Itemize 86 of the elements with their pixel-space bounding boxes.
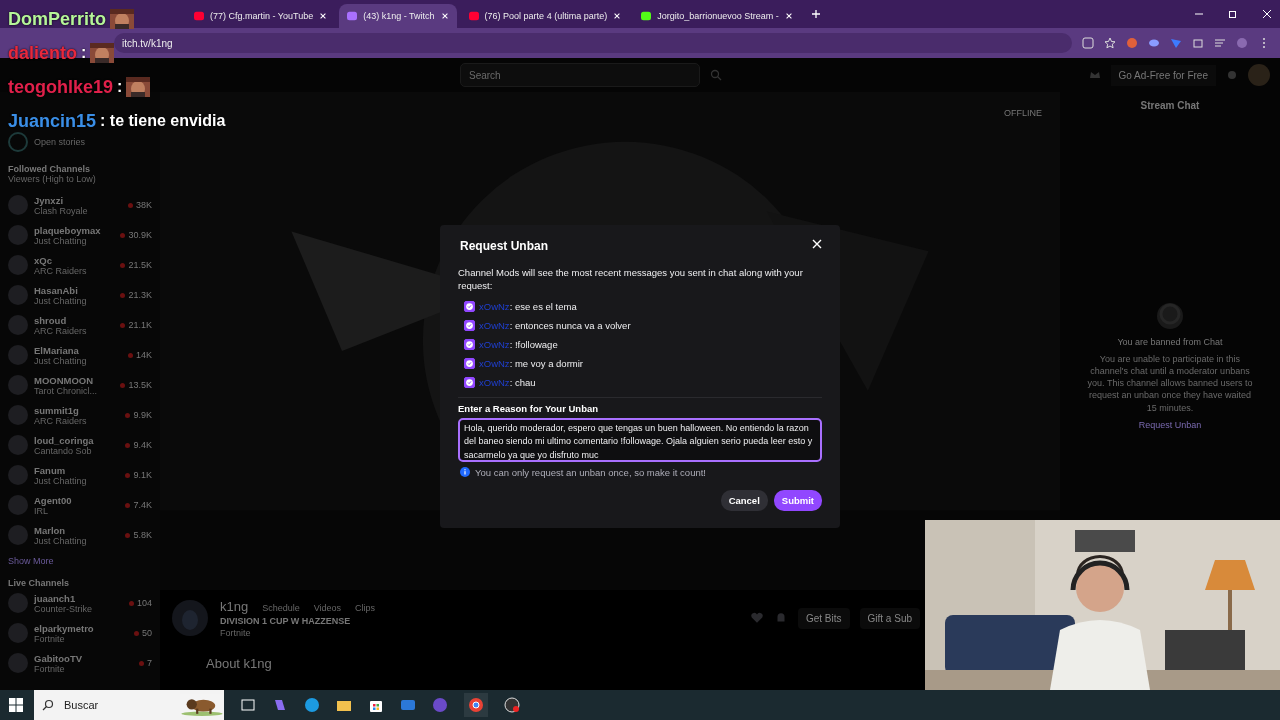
request-unban-link[interactable]: Request Unban	[1138, 419, 1202, 430]
search-icon	[42, 699, 54, 711]
section-title: Live Channels	[8, 578, 71, 588]
channel-item[interactable]: elparkymetro Fortnite 50	[8, 618, 152, 648]
avatar-icon	[8, 345, 28, 365]
close-icon[interactable]	[440, 12, 449, 20]
avatar-icon	[8, 195, 28, 215]
close-icon[interactable]	[613, 12, 622, 20]
chat-username: teogohlke19	[8, 76, 114, 98]
channel-tab[interactable]: Clips	[355, 602, 376, 613]
record-icon[interactable]	[504, 697, 520, 713]
show-more-link[interactable]: Show More	[8, 556, 152, 566]
site-icon	[641, 11, 652, 21]
banned-title: You are banned from Chat	[1117, 337, 1223, 347]
channel-name[interactable]: k1ng	[220, 598, 249, 614]
channel-item[interactable]: Agent00 IRL 7.4K	[8, 490, 152, 520]
channel-item[interactable]: Jynxzi Clash Royale 38K	[8, 190, 152, 220]
avatar-icon	[8, 405, 28, 425]
sort-label: Viewers (High to Low)	[8, 174, 97, 184]
site-icon	[468, 11, 479, 21]
channel-item[interactable]: Fanum Just Chatting 9.1K	[8, 460, 152, 490]
channel-item[interactable]: MOONMOON Tarot Chronicl... 13.5K	[8, 370, 152, 400]
ring-icon	[1155, 301, 1185, 331]
close-icon[interactable]	[784, 12, 793, 20]
stream-title: DIVISION 1 CUP W HAZZENSE	[220, 615, 352, 626]
channel-item[interactable]: HasanAbi Just Chatting 21.3K	[8, 280, 152, 310]
channel-item[interactable]: Marlon Just Chatting 5.8K	[8, 520, 152, 550]
channel-item[interactable]: GabitooTV Fortnite 7	[8, 648, 152, 678]
mail-icon[interactable]	[400, 697, 416, 713]
avatar-icon	[8, 315, 28, 335]
stories-label[interactable]: Open stories	[34, 137, 86, 147]
playlist-icon[interactable]	[1214, 37, 1226, 49]
task-view-icon[interactable]	[240, 697, 256, 713]
channel-item[interactable]: ElMariana Just Chatting 14K	[8, 340, 152, 370]
browser-tab[interactable]: (43) k1ng - Twitch	[339, 4, 457, 28]
channel-item[interactable]: summit1g ARC Raiders 9.9K	[8, 400, 152, 430]
category-link[interactable]: Fortnite	[220, 627, 376, 638]
avatar-icon	[8, 653, 28, 673]
restore-icon[interactable]	[1228, 9, 1238, 19]
channel-item[interactable]: shroud ARC Raiders 21.1K	[8, 310, 152, 340]
channel-item[interactable]: loud_coringa Cantando Sob 9.4K	[8, 430, 152, 460]
avatar-icon	[8, 623, 28, 643]
channel-tab[interactable]: Schedule	[262, 602, 300, 613]
search-field[interactable]: Buscar	[34, 690, 224, 720]
close-icon[interactable]	[1262, 9, 1272, 19]
avatar-icon	[8, 465, 28, 485]
chat-message: :	[81, 44, 87, 62]
chat-username: DomPerrito	[8, 8, 106, 30]
ad-free-button[interactable]: Go Ad-Free for Free	[1110, 64, 1216, 86]
site-icon	[347, 11, 358, 21]
section-title: About k1ng	[206, 656, 273, 671]
browser-icon[interactable]	[304, 697, 320, 713]
browser-tab[interactable]: (76) Pool parte 4 (ultima parte)	[460, 4, 630, 28]
new-tab-icon[interactable]	[810, 9, 821, 19]
extension-icon[interactable]	[1148, 37, 1160, 49]
avatar-icon	[8, 285, 28, 305]
banned-text: You are unable to participate in this channel's chat until a moderator unbans you. This channel allows banned users to request an unban once they have waited 15 minutes.	[1086, 353, 1254, 414]
chat-app-icon[interactable]	[432, 697, 448, 713]
site-icon	[194, 11, 204, 21]
channel-item[interactable]: xQc ARC Raiders 21.5K	[8, 250, 152, 280]
chrome-icon[interactable]	[464, 693, 488, 717]
avatar-icon	[8, 495, 28, 515]
avatar-icon	[8, 255, 28, 275]
avatar-icon	[8, 375, 28, 395]
action-button[interactable]: Get Bits	[797, 607, 850, 629]
avatar-icon	[8, 525, 28, 545]
extension-icon[interactable]	[1126, 37, 1138, 49]
browser-tab[interactable]: Jorgito_barrionuevoo Stream -	[633, 4, 801, 28]
avatar-icon	[8, 593, 28, 613]
chat-title: Stream Chat	[1140, 100, 1200, 111]
chat-username: daliento	[8, 42, 77, 64]
action-button[interactable]: Gift a Sub	[859, 607, 920, 629]
windows-start-icon[interactable]	[8, 697, 24, 713]
star-icon[interactable]	[1104, 37, 1116, 49]
search-field[interactable]: Search	[460, 63, 700, 87]
channel-item[interactable]: juaanch1 Counter-Strike 104	[8, 588, 152, 618]
address-bar[interactable]: itch.tv/k1ng	[114, 33, 1072, 53]
channel-tab[interactable]: Videos	[313, 602, 342, 613]
browser-tab[interactable]: (77) Cfg.martin - YouTube	[186, 4, 336, 28]
avatar-icon	[8, 225, 28, 245]
chat-message: :	[117, 78, 123, 96]
close-icon[interactable]	[319, 12, 328, 20]
section-title: Followed Channels	[8, 164, 91, 174]
chat-username: Juancin15	[8, 110, 97, 132]
avatar-icon	[8, 435, 28, 455]
channel-item[interactable]: plaqueboymax Just Chatting 30.9K	[8, 220, 152, 250]
